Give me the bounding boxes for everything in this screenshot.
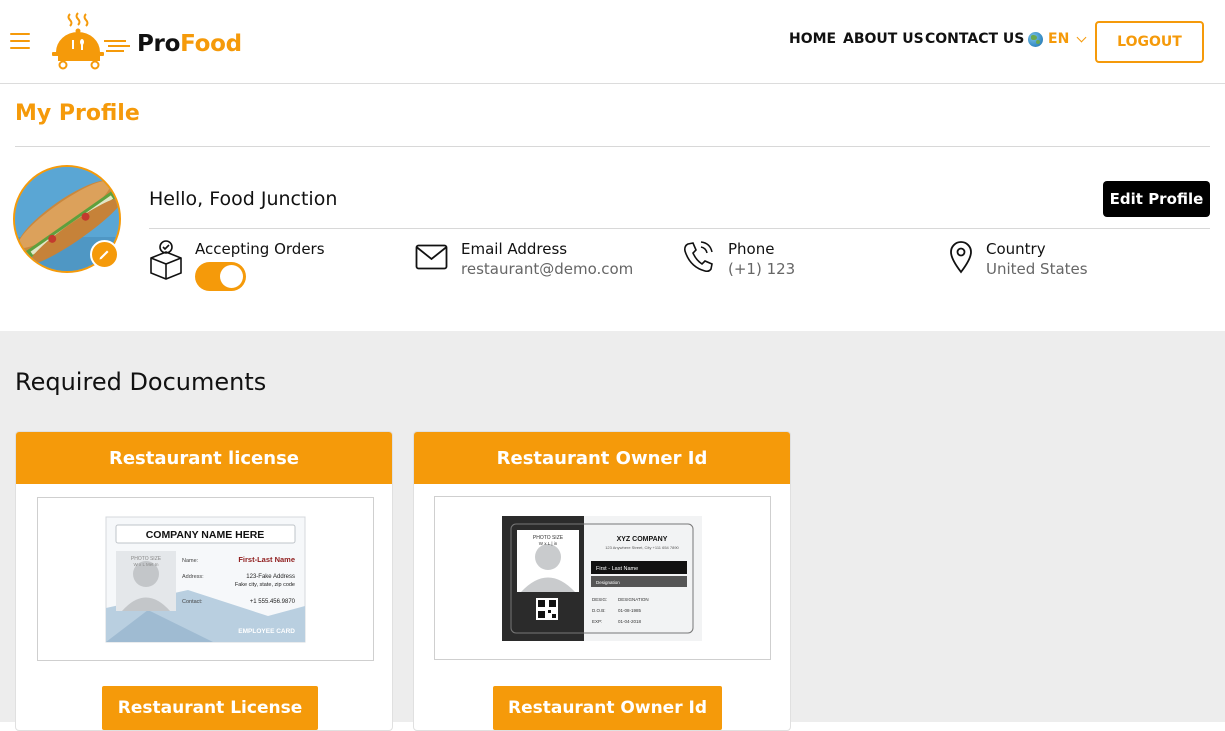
edit-profile-button[interactable]: Edit Profile [1103, 181, 1210, 217]
divider [149, 228, 1210, 229]
owner-dob-value: 01-08-1985 [618, 608, 642, 613]
owner-exp-label: EXP: [592, 619, 602, 624]
document-card-owner-id: Restaurant Owner Id PHOTO SIZE W x L | i… [413, 431, 791, 731]
license-address-line1: 123-Fake Address [246, 574, 295, 580]
license-footer: EMPLOYEE CARD [238, 628, 295, 635]
owner-designation-bar: Designation [596, 580, 620, 585]
card-header: Restaurant license [16, 432, 392, 484]
license-contact-value: +1 555.456.9870 [250, 599, 296, 605]
accepting-orders-toggle[interactable] [195, 262, 246, 291]
owner-address: 123 Anywhere Street, City +111 654 7890 [605, 545, 679, 550]
license-company: COMPANY NAME HERE [146, 529, 265, 541]
logo-text: ProFood [137, 31, 242, 57]
email-label: Email Address [461, 240, 568, 258]
divider [15, 146, 1210, 147]
hamburger-menu-icon[interactable] [10, 33, 30, 49]
documents-title: Required Documents [15, 368, 267, 396]
nav-home[interactable]: HOME [789, 31, 836, 51]
phone-icon [684, 241, 713, 273]
food-delivery-icon [52, 12, 130, 70]
email-value: restaurant@demo.com [461, 260, 634, 278]
license-name-label: Name: [182, 558, 199, 564]
nav-about-us[interactable]: ABOUT US [843, 31, 924, 51]
toggle-knob [220, 265, 243, 288]
globe-icon [1028, 31, 1043, 47]
logo-text-food: Food [180, 31, 242, 57]
license-id-card-image: COMPANY NAME HERE PHOTO SIZE W x L Met I… [105, 516, 306, 643]
location-pin-icon [950, 241, 972, 274]
top-header: ProFood HOME ABOUT US CONTACT US EN LOGO… [0, 0, 1225, 84]
chevron-down-icon [1076, 32, 1087, 42]
owner-dob-label: D.O.B: [592, 608, 606, 613]
owner-company: XYZ COMPANY [617, 536, 668, 543]
logo-text-pro: Pro [137, 31, 181, 57]
owner-exp-value: 01-04-2018 [618, 619, 642, 624]
restaurant-owner-id-button[interactable]: Restaurant Owner Id [493, 686, 722, 730]
language-selector[interactable]: EN [1028, 31, 1087, 47]
license-contact-label: Contact: [182, 599, 203, 605]
owner-photo-sub: W x L | in [539, 541, 558, 546]
document-card-license: Restaurant license COMPANY NAME HERE PHO… [15, 431, 393, 731]
license-photo-sub: W x L Met In [133, 562, 159, 567]
owner-name-bar: First - Last Name [596, 566, 638, 572]
restaurant-license-button[interactable]: Restaurant License [102, 686, 318, 730]
owner-desig-label: DESIG: [592, 597, 607, 602]
logout-button[interactable]: LOGOUT [1095, 21, 1204, 63]
pencil-icon [99, 250, 109, 260]
nav-contact-us[interactable]: CONTACT US [925, 31, 1024, 51]
edit-avatar-button[interactable] [90, 240, 119, 269]
document-preview[interactable]: COMPANY NAME HERE PHOTO SIZE W x L Met I… [37, 497, 374, 661]
license-name-value: First-Last Name [238, 555, 295, 564]
envelope-icon [415, 244, 448, 270]
profood-logo[interactable]: ProFood [50, 12, 250, 72]
country-label: Country [986, 240, 1046, 258]
document-preview[interactable]: PHOTO SIZE W x L | in XYZ COMPANY 123 An… [434, 496, 771, 660]
card-header: Restaurant Owner Id [414, 432, 790, 484]
owner-desig-value: DESIGNATION [618, 597, 649, 602]
country-value: United States [986, 260, 1088, 278]
language-label: EN [1048, 31, 1070, 47]
phone-label: Phone [728, 240, 775, 258]
license-address-line2: Fake city, state, zip code [235, 582, 295, 588]
phone-value: (+1) 123 [728, 260, 796, 278]
page-title: My Profile [15, 101, 140, 126]
package-check-icon [150, 240, 182, 280]
profile-greeting: Hello, Food Junction [149, 188, 338, 210]
accepting-orders-label: Accepting Orders [195, 240, 325, 258]
license-address-label: Address: [182, 574, 204, 580]
owner-id-card-image: PHOTO SIZE W x L | in XYZ COMPANY 123 An… [502, 516, 702, 641]
